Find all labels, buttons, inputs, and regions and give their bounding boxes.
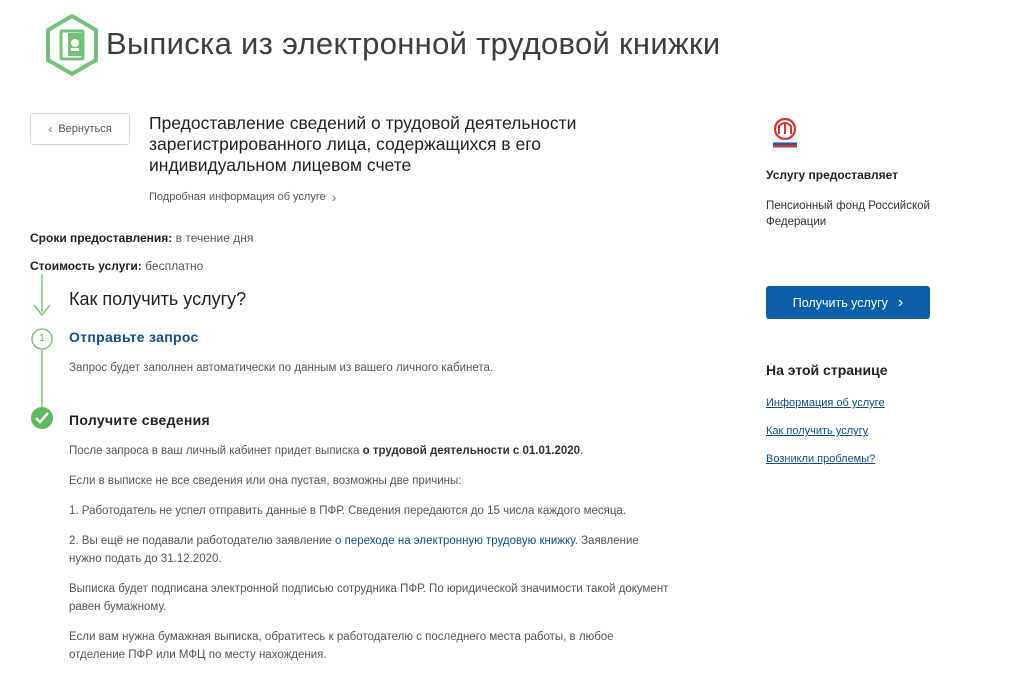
- chevron-left-icon: ‹: [48, 122, 53, 136]
- etk-transition-link[interactable]: о переходе на электронную трудовую книжк…: [335, 535, 575, 547]
- service-title: Предоставление сведений о трудовой деяте…: [149, 113, 577, 175]
- cost-value: бесплатно: [145, 259, 204, 273]
- pfr-emblem-icon: [46, 14, 98, 76]
- step2-paragraph-1: После запроса в ваш личный кабинет приде…: [69, 442, 669, 460]
- step-get-info-title: Получите сведения: [69, 412, 211, 428]
- how-to-get-title: Как получить услугу?: [69, 289, 247, 309]
- service-terms: Сроки предоставления: в течение дня: [30, 231, 253, 245]
- page-title: Выписка из электронной трудовой книжки: [106, 26, 721, 61]
- anchor-link-how-to-get[interactable]: Как получить услугу: [766, 425, 868, 437]
- step2-paragraph-3: 1. Работодатель не успел отправить данны…: [69, 505, 627, 517]
- get-service-button-label: Получить услугу: [792, 295, 888, 310]
- provides-label: Услугу предоставляет: [766, 168, 899, 182]
- back-button-label: Вернуться: [58, 123, 112, 135]
- step-number-badge: 1: [39, 333, 45, 344]
- step2-paragraph-6: Если вам нужна бумажная выписка, обратит…: [69, 631, 614, 661]
- step2-paragraph-5: Выписка будет подписана электронной подп…: [69, 583, 669, 613]
- provider-name: Пенсионный фонд Российской Федерации: [766, 200, 930, 228]
- terms-value: в течение дня: [175, 231, 254, 245]
- on-this-page-title: На этой странице: [766, 362, 888, 378]
- back-button[interactable]: ‹ Вернуться: [30, 113, 130, 145]
- cost-label: Стоимость услуги:: [30, 259, 142, 273]
- service-cost: Стоимость услуги: бесплатно: [30, 259, 203, 273]
- step2-paragraph-4: 2. Вы ещё не подавали работодателю заявл…: [69, 532, 669, 568]
- anchor-link-problems[interactable]: Возникли проблемы?: [766, 453, 875, 465]
- p1-bold-text: о трудовой деятельности с 01.01.2020: [362, 445, 581, 457]
- service-info-link[interactable]: Подробная информация об услуге ›: [149, 189, 336, 205]
- get-service-button[interactable]: Получить услугу ›: [766, 286, 930, 319]
- steps-timeline: [31, 274, 53, 429]
- chevron-right-icon: ›: [897, 293, 904, 311]
- step2-paragraph-2: Если в выписке не все сведения или она п…: [69, 475, 462, 487]
- p1-text: После запроса в ваш личный кабинет приде…: [69, 445, 363, 457]
- p4-text: 2. Вы ещё не подавали работодателю заявл…: [69, 535, 336, 547]
- service-info-link-label: Подробная информация об услуге: [149, 191, 326, 203]
- chevron-right-icon: ›: [331, 189, 337, 205]
- p1-end: .: [580, 445, 584, 457]
- anchor-link-service-info[interactable]: Информация об услуге: [766, 397, 885, 409]
- terms-label: Сроки предоставления:: [30, 231, 173, 245]
- pfr-logo-icon: [772, 118, 798, 148]
- step1-text: Запрос будет заполнен автоматически по д…: [69, 362, 494, 374]
- step-send-request-title: Отправьте запрос: [69, 329, 199, 345]
